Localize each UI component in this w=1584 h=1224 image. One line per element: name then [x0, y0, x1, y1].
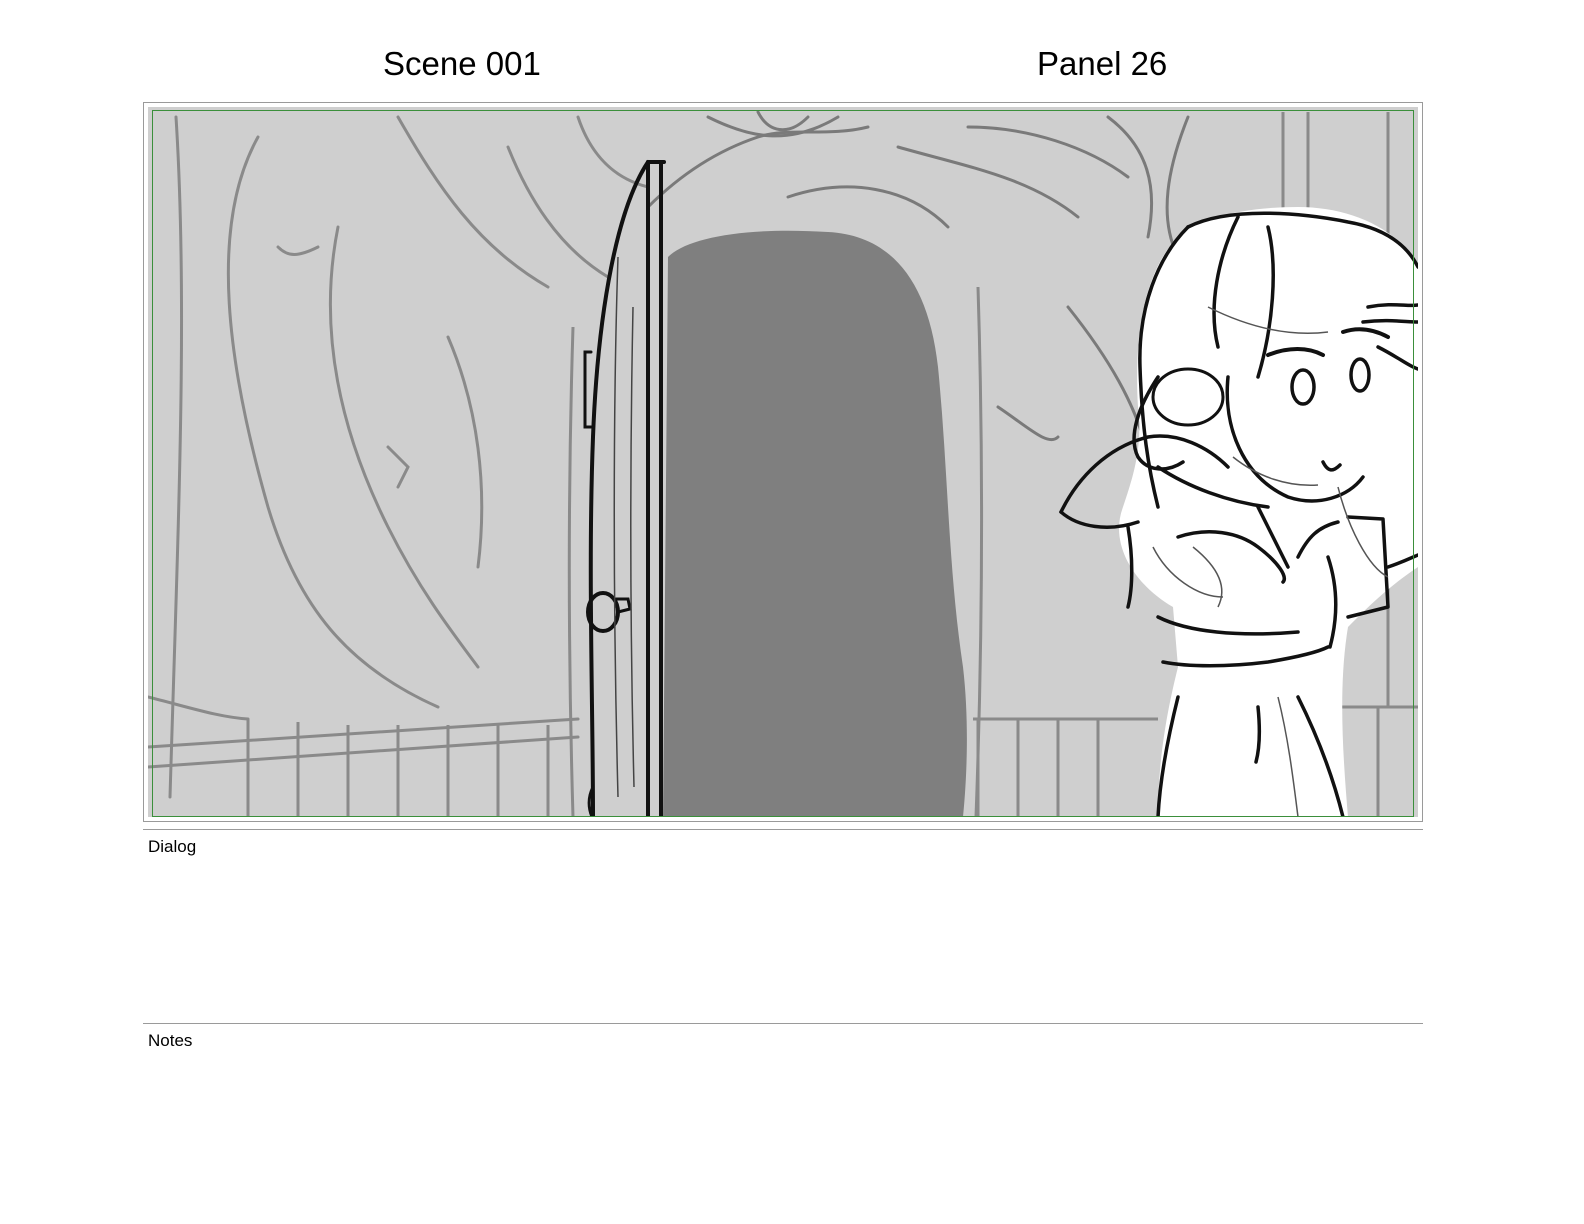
dialog-divider: [143, 829, 1423, 830]
notes-text[interactable]: [148, 1056, 1418, 1206]
storyboard-sketch-image: [148, 107, 1418, 817]
panel-number: Panel 26: [1037, 45, 1168, 82]
dialog-text[interactable]: [148, 862, 1418, 1012]
scene-number: Scene 001: [383, 45, 541, 82]
panel-frame: [143, 102, 1423, 822]
dialog-label: Dialog: [148, 837, 197, 856]
notes-divider: [143, 1023, 1423, 1024]
notes-label: Notes: [148, 1031, 193, 1050]
